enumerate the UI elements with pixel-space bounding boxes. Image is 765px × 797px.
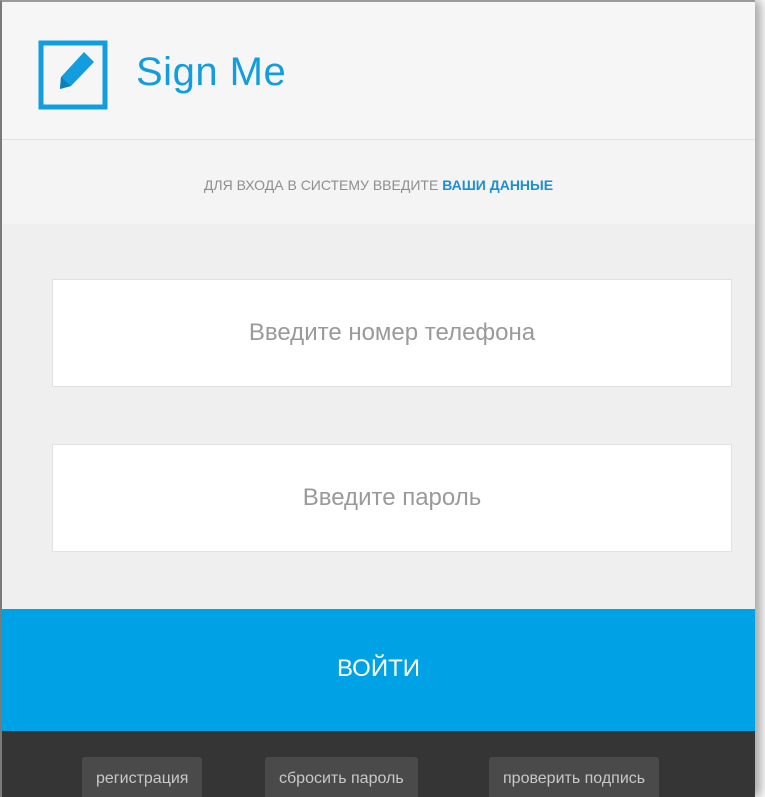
login-window: Sign Me ДЛЯ ВХОДА В СИСТЕМУ ВВЕДИТЕ ВАШИ… [0,0,755,797]
reset-password-button[interactable]: сбросить пароль [265,757,418,797]
verify-signature-button[interactable]: проверить подпись [489,757,660,797]
footer-bar: регистрация сбросить пароль проверить по… [2,731,755,797]
login-form [2,224,755,609]
app-title: Sign Me [136,50,287,94]
instruction-highlight: ВАШИ ДАННЫЕ [442,177,554,193]
login-button[interactable]: ВОЙТИ [2,609,755,731]
instruction-text: ДЛЯ ВХОДА В СИСТЕМУ ВВЕДИТЕ [203,177,439,193]
login-instruction: ДЛЯ ВХОДА В СИСТЕМУ ВВЕДИТЕ ВАШИ ДАННЫЕ [2,140,755,224]
app-header: Sign Me [2,2,755,140]
password-input[interactable] [52,444,732,552]
register-button[interactable]: регистрация [82,757,203,797]
phone-input[interactable] [52,279,732,387]
pen-square-icon [38,40,108,110]
